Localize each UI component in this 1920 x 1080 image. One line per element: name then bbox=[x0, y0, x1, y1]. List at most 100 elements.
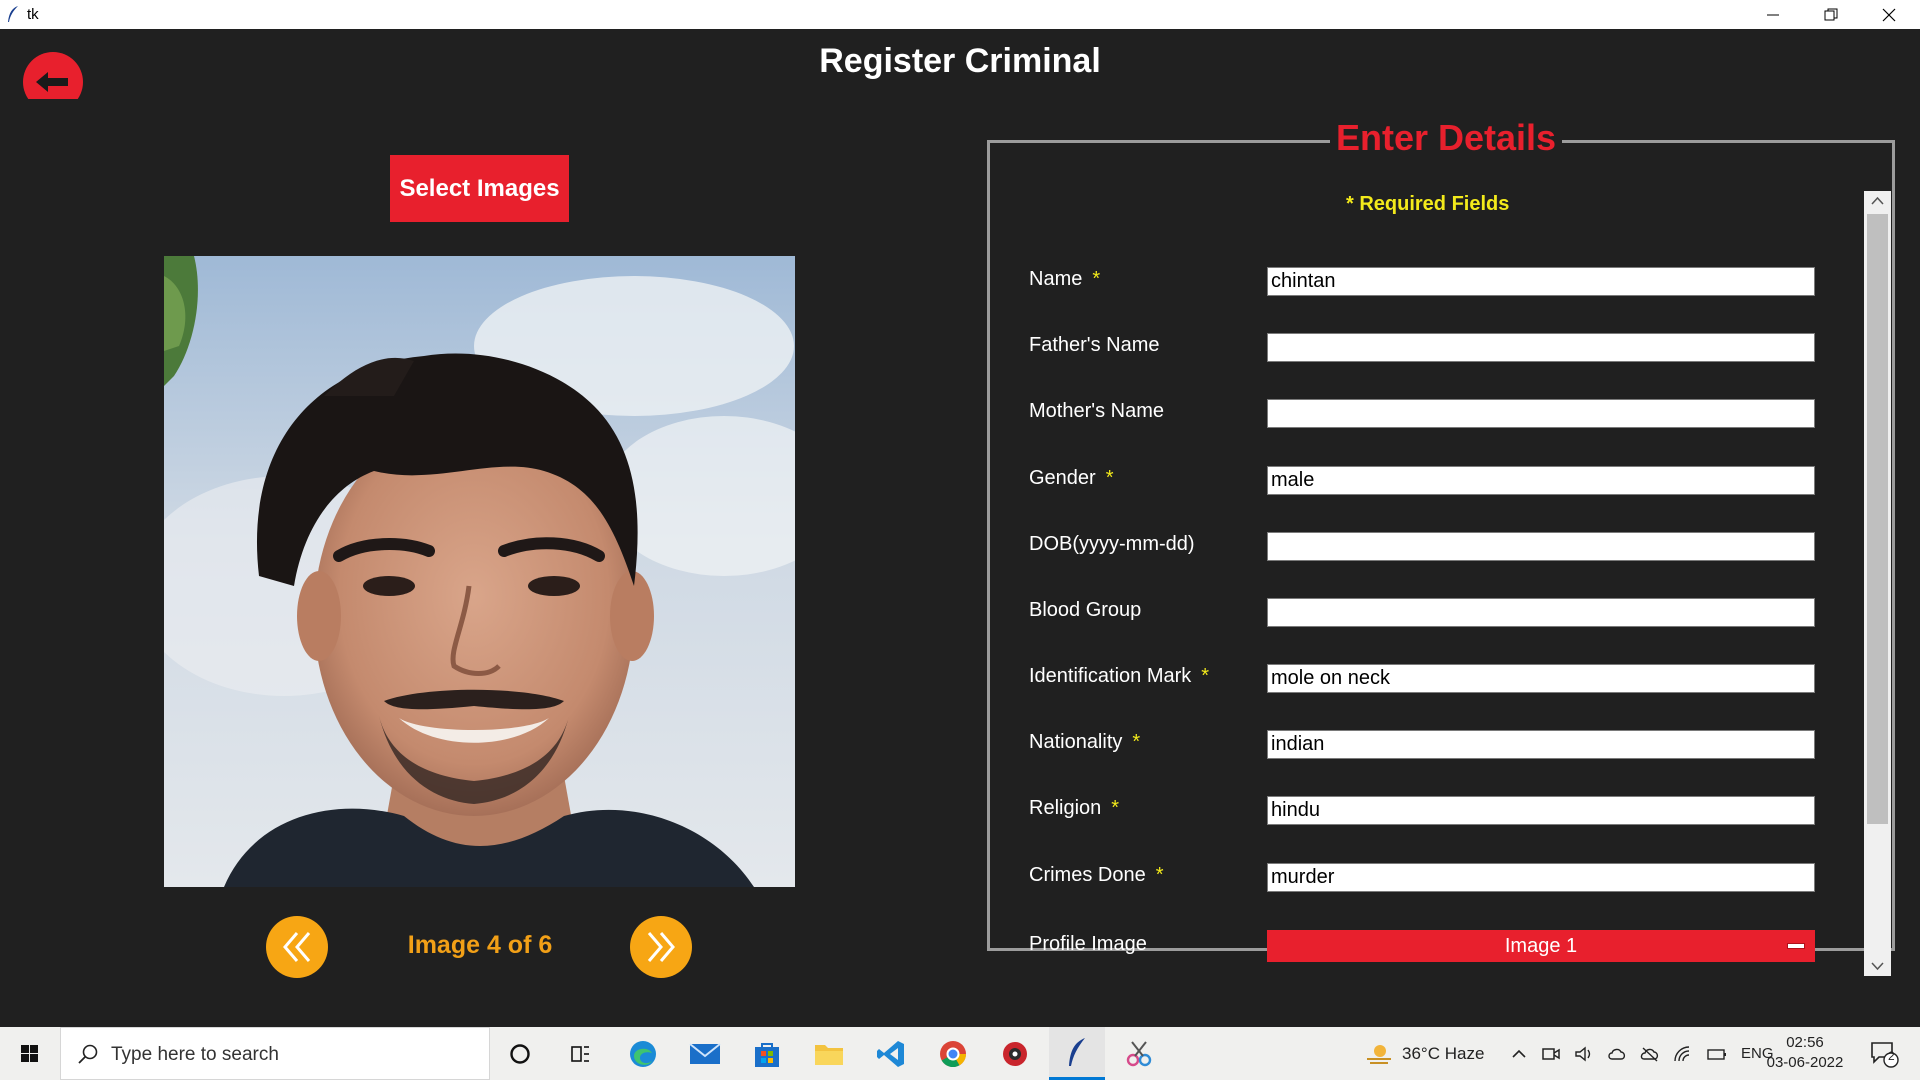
crimes-done-label: Crimes Done * bbox=[1029, 864, 1164, 887]
required-marker: * bbox=[1105, 467, 1114, 489]
weather-widget[interactable]: 36°C Haze bbox=[1364, 1027, 1484, 1080]
windows-logo-icon bbox=[21, 1045, 38, 1062]
scroll-thumb[interactable] bbox=[1867, 214, 1888, 824]
tk-feather-icon bbox=[1069, 1038, 1085, 1066]
previous-image-button[interactable] bbox=[266, 916, 328, 978]
vscode-app-button[interactable] bbox=[863, 1027, 919, 1080]
details-scrollbar[interactable] bbox=[1864, 191, 1891, 976]
profile-image-label: Profile Image bbox=[1029, 933, 1147, 955]
restore-icon bbox=[1824, 8, 1838, 21]
blood-group-label-text: Blood Group bbox=[1029, 599, 1142, 621]
nationality-input[interactable] bbox=[1267, 730, 1815, 759]
close-icon bbox=[1882, 8, 1896, 22]
store-bag-icon bbox=[755, 1042, 779, 1067]
tk-app-button[interactable] bbox=[1049, 1027, 1105, 1080]
identification-mark-input[interactable] bbox=[1267, 664, 1815, 693]
app-icon-button[interactable] bbox=[987, 1027, 1043, 1080]
criminal-photo bbox=[164, 256, 795, 887]
title-bar: tk bbox=[0, 0, 1920, 29]
profile-image-dropdown[interactable]: Image 1 bbox=[1267, 930, 1815, 962]
scroll-down-button[interactable] bbox=[1864, 956, 1891, 976]
start-button[interactable] bbox=[0, 1027, 60, 1080]
chevron-down-icon bbox=[1871, 962, 1884, 971]
weather-haze-icon bbox=[1367, 1044, 1391, 1064]
cortana-button[interactable] bbox=[492, 1027, 548, 1080]
identification-mark-label-text: Identification Mark bbox=[1029, 665, 1192, 687]
scroll-up-button[interactable] bbox=[1864, 191, 1891, 211]
minimize-icon bbox=[1767, 14, 1779, 16]
onedrive-offline-icon[interactable] bbox=[1640, 1045, 1660, 1063]
close-button[interactable] bbox=[1860, 0, 1918, 29]
nationality-label-text: Nationality bbox=[1029, 731, 1123, 753]
mail-envelope-icon bbox=[689, 1042, 721, 1064]
taskbar-clock[interactable]: 02:56 03-06-2022 bbox=[1760, 1033, 1850, 1073]
taskbar-search-box[interactable]: Type here to search bbox=[60, 1027, 490, 1080]
required-marker: * bbox=[1092, 268, 1101, 290]
required-marker: * bbox=[1201, 665, 1210, 687]
battery-icon[interactable] bbox=[1706, 1045, 1728, 1063]
dob-input[interactable] bbox=[1267, 532, 1815, 561]
blood-group-input[interactable] bbox=[1267, 598, 1815, 627]
snipping-tool-button[interactable] bbox=[1111, 1027, 1167, 1080]
dob-label: DOB(yyyy-mm-dd) bbox=[1029, 533, 1195, 556]
dropdown-indicator-icon bbox=[1787, 943, 1805, 949]
vscode-icon bbox=[877, 1040, 904, 1067]
system-tray: ENG bbox=[1510, 1027, 1774, 1080]
next-image-button[interactable] bbox=[630, 916, 692, 978]
religion-label: Religion * bbox=[1029, 797, 1119, 820]
mothers-name-input[interactable] bbox=[1267, 399, 1815, 428]
taskbar: Type here to search 36°C Haze ENG 02:56 … bbox=[0, 1027, 1920, 1080]
required-fields-note: * Required Fields bbox=[1346, 193, 1510, 215]
fathers-name-label: Father's Name bbox=[1029, 334, 1160, 357]
task-view-icon bbox=[571, 1045, 589, 1062]
fathers-name-label-text: Father's Name bbox=[1029, 334, 1160, 356]
snipping-scissors-icon bbox=[1126, 1040, 1152, 1066]
identification-mark-label: Identification Mark * bbox=[1029, 665, 1209, 688]
meet-now-icon[interactable] bbox=[1541, 1045, 1561, 1063]
folder-icon bbox=[815, 1044, 843, 1065]
mothers-name-label-text: Mother's Name bbox=[1029, 400, 1164, 422]
religion-label-text: Religion bbox=[1029, 797, 1102, 819]
notification-count: 2 bbox=[1888, 1049, 1895, 1063]
dob-label-text: DOB(yyyy-mm-dd) bbox=[1029, 533, 1195, 555]
gender-input[interactable] bbox=[1267, 466, 1815, 495]
speaker-volume-icon[interactable] bbox=[1574, 1045, 1594, 1063]
search-icon bbox=[78, 1044, 98, 1064]
file-explorer-button[interactable] bbox=[801, 1027, 857, 1080]
wifi-icon[interactable] bbox=[1673, 1045, 1693, 1063]
profile-image-value: Image 1 bbox=[1504, 934, 1578, 957]
crimes-done-input[interactable] bbox=[1267, 863, 1815, 892]
chrome-app-button[interactable] bbox=[925, 1027, 981, 1080]
store-app-button[interactable] bbox=[739, 1027, 795, 1080]
double-chevron-right-icon bbox=[647, 932, 675, 962]
fathers-name-input[interactable] bbox=[1267, 333, 1815, 362]
face-photo-image bbox=[164, 256, 795, 887]
search-placeholder: Type here to search bbox=[111, 1044, 279, 1065]
blood-group-label: Blood Group bbox=[1029, 599, 1141, 622]
chevron-up-icon[interactable] bbox=[1510, 1045, 1528, 1063]
mail-app-button[interactable] bbox=[677, 1027, 733, 1080]
task-view-button[interactable] bbox=[552, 1027, 608, 1080]
image-counter: Image 4 of 6 bbox=[407, 931, 553, 959]
double-chevron-left-icon bbox=[283, 932, 311, 962]
root-window: tk Register Criminal Select Images Image… bbox=[0, 0, 1920, 1080]
edge-browser-icon bbox=[630, 1040, 656, 1067]
minimize-button[interactable] bbox=[1744, 0, 1802, 29]
name-label-text: Name bbox=[1029, 268, 1083, 290]
window-title: tk bbox=[27, 6, 39, 23]
required-marker: * bbox=[1132, 731, 1141, 753]
religion-input[interactable] bbox=[1267, 796, 1815, 825]
required-marker: * bbox=[1155, 864, 1164, 886]
cloud-sync-icon[interactable] bbox=[1607, 1045, 1627, 1063]
gender-label: Gender * bbox=[1029, 467, 1114, 490]
cortana-circle-icon bbox=[510, 1043, 530, 1064]
edge-app-button[interactable] bbox=[615, 1027, 671, 1080]
required-marker: * bbox=[1111, 797, 1120, 819]
restore-button[interactable] bbox=[1802, 0, 1860, 29]
chevron-up-icon bbox=[1871, 196, 1884, 205]
chrome-browser-icon bbox=[940, 1040, 967, 1067]
name-input[interactable] bbox=[1267, 267, 1815, 296]
notification-center-button[interactable]: 2 bbox=[1856, 1027, 1912, 1080]
select-images-button[interactable]: Select Images bbox=[390, 155, 569, 222]
crimes-done-label-text: Crimes Done bbox=[1029, 864, 1146, 886]
